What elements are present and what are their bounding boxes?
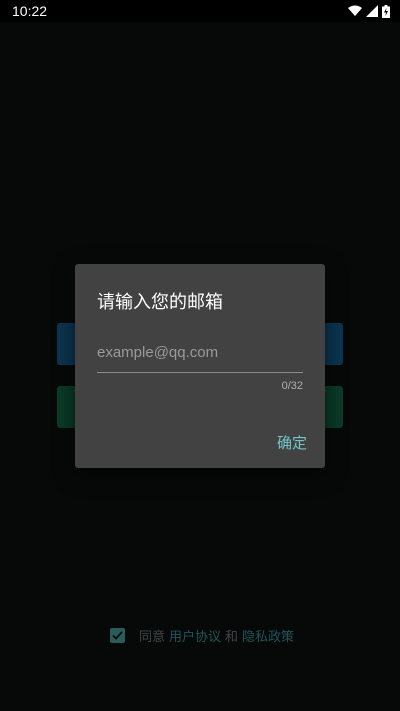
- checkmark-icon: [112, 630, 123, 640]
- agreement-prefix: 同意: [139, 629, 166, 645]
- agreement-conjunction: 和: [225, 629, 239, 645]
- privacy-policy-link[interactable]: 隐私政策: [242, 626, 294, 645]
- email-input-underline: [97, 372, 303, 373]
- email-input[interactable]: [97, 340, 303, 364]
- dialog-title: 请输入您的邮箱: [97, 292, 223, 313]
- agreement-row: 同意 用户协议 和 隐私政策: [110, 626, 298, 645]
- status-time: 10:22: [12, 3, 48, 19]
- email-dialog: 请输入您的邮箱 0/32 确定: [75, 264, 325, 468]
- wifi-icon: [348, 5, 362, 16]
- character-counter: 0/32: [281, 380, 303, 392]
- status-icons: [348, 4, 390, 18]
- user-agreement-link[interactable]: 用户协议: [169, 626, 221, 645]
- status-bar: 10:22: [0, 0, 400, 22]
- agreement-checkbox[interactable]: [110, 627, 125, 643]
- battery-charging-icon: [382, 4, 390, 18]
- confirm-button[interactable]: 确定: [277, 432, 307, 453]
- signal-icon: [366, 5, 378, 17]
